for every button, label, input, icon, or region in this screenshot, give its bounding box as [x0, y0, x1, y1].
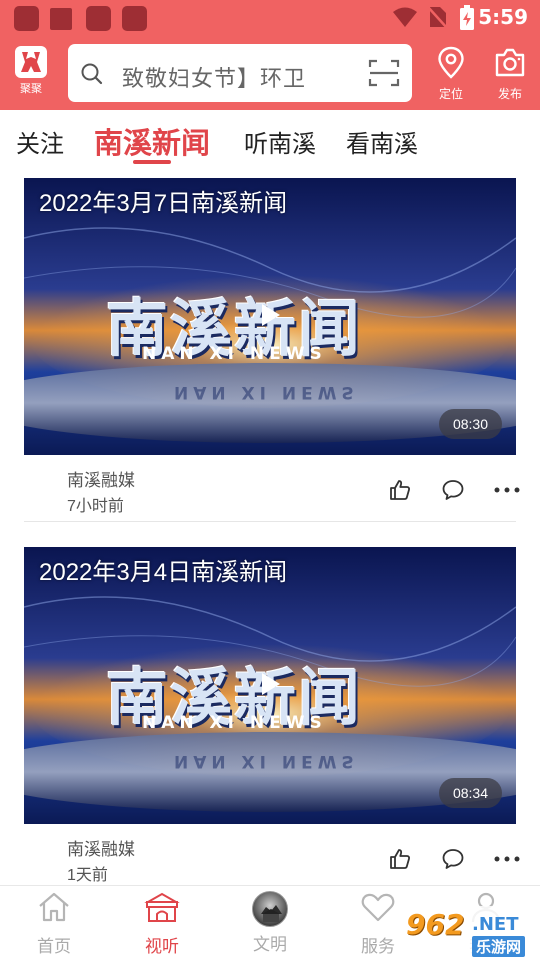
nav-service-label: 服务 — [361, 937, 395, 956]
tab-listen-nanxi[interactable]: 听南溪 — [244, 124, 316, 159]
video-time: 1天前 — [67, 867, 108, 884]
gate-icon — [144, 892, 180, 922]
comment-icon[interactable] — [441, 847, 465, 871]
home-icon — [39, 892, 69, 922]
category-tabs: 关注 南溪新闻 听南溪 看南溪 — [0, 110, 540, 166]
card-divider — [24, 521, 516, 522]
clock: 5:59 — [478, 5, 528, 29]
tab-watch-nanxi[interactable]: 看南溪 — [346, 124, 418, 159]
nav-civilization-label: 文明 — [253, 935, 287, 954]
nav-home-label: 首页 — [37, 937, 71, 956]
location-pin-icon — [438, 46, 464, 79]
no-sim-icon — [427, 6, 448, 29]
like-icon[interactable] — [388, 478, 412, 502]
active-tab-indicator — [133, 160, 171, 164]
video-card[interactable]: 南溪新闻 NAN XI NEWS NAN XI NEWS 2022年3月7日南溪… — [24, 178, 520, 515]
video-thumbnail[interactable]: 南溪新闻 NAN XI NEWS NAN XI NEWS 2022年3月7日南溪… — [24, 178, 516, 455]
watermark-logo: 962 .NET 乐游网 — [402, 906, 538, 958]
watermark-subtitle: 乐游网 — [472, 936, 526, 957]
video-title: 2022年3月7日南溪新闻 — [39, 190, 288, 217]
battery-icon — [460, 5, 474, 30]
video-duration: 08:34 — [438, 778, 502, 808]
video-title: 2022年3月4日南溪新闻 — [39, 559, 288, 586]
thumb-logo-en: NAN XI NEWS — [142, 713, 327, 733]
scan-icon[interactable] — [368, 58, 400, 88]
notification-icon — [86, 6, 111, 31]
status-bar: 5:59 — [0, 0, 540, 36]
heart-icon — [361, 893, 395, 922]
nav-media-label: 视听 — [145, 937, 179, 956]
notification-icon — [50, 8, 72, 30]
notification-icon — [122, 6, 147, 31]
app-header: 5:59 聚聚 致敬妇女节】环卫 定位 发布 — [0, 0, 540, 110]
nav-home[interactable]: 首页 — [24, 890, 84, 957]
more-options-icon[interactable] — [494, 486, 520, 494]
thumb-logo-reflection: NAN XI NEWS — [174, 382, 359, 402]
comment-icon[interactable] — [441, 478, 465, 502]
play-icon[interactable] — [260, 671, 282, 697]
like-icon[interactable] — [388, 847, 412, 871]
video-duration: 08:30 — [438, 409, 502, 439]
thumb-logo-reflection: NAN XI NEWS — [174, 751, 359, 771]
nav-media[interactable]: 视听 — [132, 890, 192, 957]
search-icon — [81, 63, 103, 85]
publish-label: 发布 — [497, 87, 522, 101]
logo-label: 聚聚 — [20, 83, 42, 95]
video-source[interactable]: 南溪融媒 — [67, 466, 135, 491]
location-button[interactable]: 定位 — [429, 46, 473, 102]
avatar — [252, 891, 288, 927]
logo-icon — [15, 46, 47, 78]
publish-button[interactable]: 发布 — [488, 46, 532, 102]
wifi-icon — [393, 7, 417, 27]
watermark-suffix: .NET — [472, 914, 519, 935]
search-placeholder: 致敬妇女节】环卫 — [122, 66, 307, 91]
tab-follow[interactable]: 关注 — [16, 124, 64, 159]
video-source[interactable]: 南溪融媒 — [67, 835, 135, 860]
nav-civilization[interactable]: 文明 — [240, 890, 300, 955]
play-icon[interactable] — [260, 302, 282, 328]
video-thumbnail[interactable]: 南溪新闻 NAN XI NEWS NAN XI NEWS 2022年3月4日南溪… — [24, 547, 516, 824]
nav-service[interactable]: 服务 — [348, 890, 408, 957]
tab-nanxi-news[interactable]: 南溪新闻 — [94, 120, 210, 162]
video-card[interactable]: 南溪新闻 NAN XI NEWS NAN XI NEWS 2022年3月4日南溪… — [24, 547, 520, 884]
location-label: 定位 — [438, 87, 463, 101]
watermark-brand: 962 — [406, 908, 465, 941]
video-time: 7小时前 — [67, 498, 124, 515]
search-input[interactable]: 致敬妇女节】环卫 — [68, 44, 412, 102]
thumb-logo-en: NAN XI NEWS — [142, 344, 327, 364]
camera-icon — [495, 48, 525, 77]
more-options-icon[interactable] — [494, 855, 520, 863]
app-logo[interactable]: 聚聚 — [10, 46, 52, 96]
notification-icon — [14, 6, 39, 31]
